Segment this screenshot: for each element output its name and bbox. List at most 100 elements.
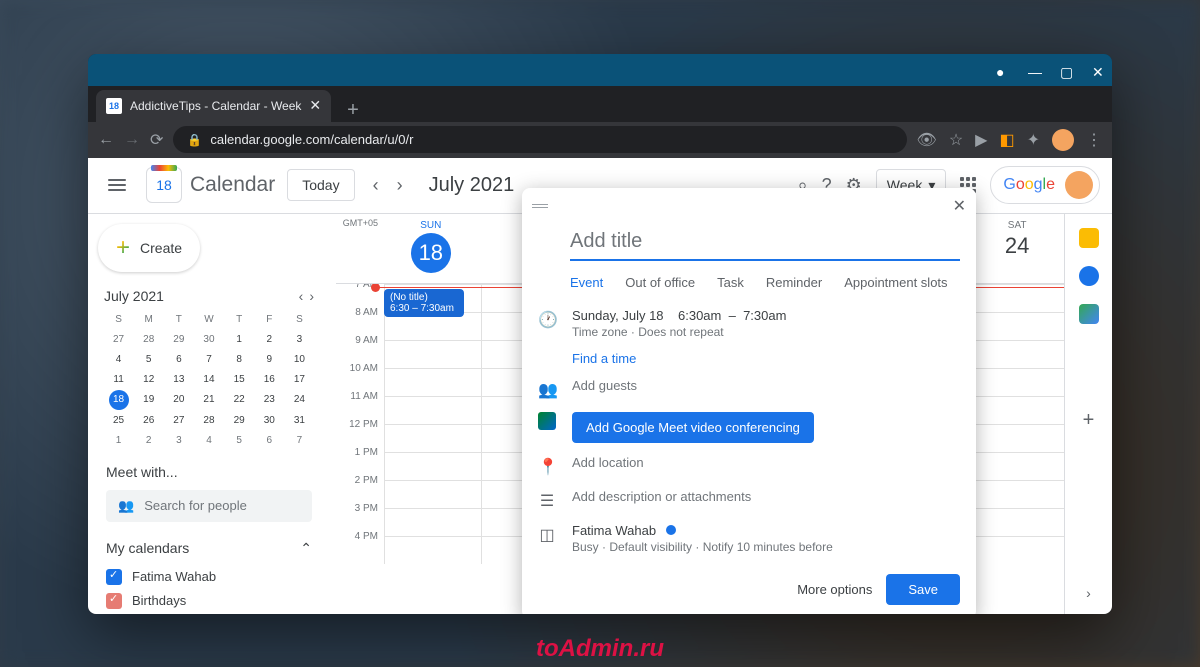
timezone-repeat[interactable]: Time zone · Does not repeat <box>572 325 960 339</box>
profile-avatar[interactable] <box>1052 129 1074 151</box>
hamburger-menu[interactable] <box>100 171 134 199</box>
more-options-button[interactable]: More options <box>797 582 872 597</box>
event-type-tab[interactable]: Reminder <box>766 275 822 290</box>
prev-week-button[interactable]: ‹ <box>367 169 385 202</box>
keep-icon[interactable] <box>1079 228 1099 248</box>
next-week-button[interactable]: › <box>391 169 409 202</box>
mini-day[interactable]: 3 <box>164 431 193 450</box>
mini-day[interactable]: 10 <box>285 350 314 369</box>
calendar-checkbox[interactable] <box>106 593 122 609</box>
time-cell[interactable] <box>967 397 1064 424</box>
time-cell[interactable] <box>967 313 1064 340</box>
extensions-puzzle-icon[interactable]: ✦ <box>1027 130 1040 150</box>
time-cell[interactable] <box>384 509 481 536</box>
time-cell[interactable] <box>967 453 1064 480</box>
time-cell[interactable] <box>967 341 1064 368</box>
mini-day[interactable]: 28 <box>194 411 223 430</box>
eye-icon[interactable]: 👁 <box>917 130 937 150</box>
mini-day[interactable]: 30 <box>255 411 284 430</box>
today-button[interactable]: Today <box>287 169 354 201</box>
event-type-tab[interactable]: Event <box>570 275 603 290</box>
mini-day[interactable]: 25 <box>104 411 133 430</box>
mini-day[interactable]: 27 <box>104 330 133 349</box>
star-icon[interactable]: ☆ <box>949 130 963 150</box>
time-cell[interactable] <box>384 425 481 452</box>
browser-tab[interactable]: 18 AddictiveTips - Calendar - Week ✕ <box>96 90 331 122</box>
time-cell[interactable] <box>384 341 481 368</box>
add-description-input[interactable]: Add description or attachments <box>572 489 960 504</box>
mini-day[interactable]: 4 <box>104 350 133 369</box>
event-title-input[interactable] <box>570 224 960 261</box>
time-cell[interactable] <box>384 453 481 480</box>
close-icon[interactable]: ✕ <box>1092 64 1104 76</box>
time-cell[interactable] <box>967 481 1064 508</box>
extension-icon[interactable]: ◧ <box>999 130 1014 150</box>
mini-day[interactable]: 18 <box>109 390 129 410</box>
mini-day[interactable]: 12 <box>134 370 163 389</box>
mini-day[interactable]: 29 <box>225 411 254 430</box>
time-cell[interactable] <box>967 537 1064 564</box>
maps-icon[interactable] <box>1079 304 1099 324</box>
new-tab-button[interactable]: + <box>335 99 371 122</box>
back-button[interactable]: ← <box>98 131 114 149</box>
google-account[interactable]: Google <box>990 166 1100 204</box>
mini-day[interactable]: 14 <box>194 370 223 389</box>
mini-day[interactable]: 8 <box>225 350 254 369</box>
mini-day[interactable]: 30 <box>194 330 223 349</box>
time-cell[interactable] <box>384 313 481 340</box>
mini-day[interactable]: 2 <box>134 431 163 450</box>
mini-day[interactable]: 6 <box>164 350 193 369</box>
mini-day[interactable]: 20 <box>164 390 193 410</box>
mini-day[interactable]: 21 <box>194 390 223 410</box>
mini-day[interactable]: 5 <box>225 431 254 450</box>
reload-button[interactable]: ⟳ <box>150 130 163 150</box>
time-cell[interactable] <box>967 285 1064 312</box>
event-type-tab[interactable]: Out of office <box>625 275 695 290</box>
address-bar[interactable]: 🔒 calendar.google.com/calendar/u/0/r <box>173 126 906 153</box>
mini-day[interactable]: 29 <box>164 330 193 349</box>
visibility-label[interactable]: Busy · Default visibility · Notify 10 mi… <box>572 540 960 554</box>
mini-day[interactable]: 7 <box>194 350 223 369</box>
time-cell[interactable] <box>967 369 1064 396</box>
mini-day[interactable]: 15 <box>225 370 254 389</box>
add-panel-icon[interactable]: + <box>1083 409 1095 432</box>
time-cell[interactable] <box>384 369 481 396</box>
mini-day[interactable]: 19 <box>134 390 163 410</box>
tab-close-icon[interactable]: ✕ <box>309 97 321 114</box>
mini-day[interactable]: 31 <box>285 411 314 430</box>
collapse-panel-icon[interactable]: › <box>1086 585 1091 613</box>
mini-day[interactable]: 23 <box>255 390 284 410</box>
time-cell[interactable] <box>384 537 481 564</box>
event-end-time[interactable]: 7:30am <box>743 308 786 323</box>
find-time-link[interactable]: Find a time <box>572 351 960 366</box>
create-button[interactable]: + Create <box>98 224 200 272</box>
mini-day[interactable]: 28 <box>134 330 163 349</box>
add-guests-input[interactable]: Add guests <box>572 378 960 393</box>
calendar-item[interactable]: Birthdays <box>106 589 312 613</box>
close-modal-button[interactable]: ✕ <box>953 196 966 216</box>
mini-day[interactable]: 1 <box>225 330 254 349</box>
mini-prev-month[interactable]: ‹ <box>299 288 304 304</box>
mini-day[interactable]: 17 <box>285 370 314 389</box>
mini-day[interactable]: 26 <box>134 411 163 430</box>
calendar-logo[interactable]: 18 Calendar <box>146 167 275 203</box>
time-cell[interactable] <box>967 509 1064 536</box>
time-cell[interactable] <box>384 397 481 424</box>
add-meet-button[interactable]: Add Google Meet video conferencing <box>572 412 814 443</box>
mini-day[interactable]: 2 <box>255 330 284 349</box>
event-start-time[interactable]: 6:30am <box>678 308 721 323</box>
mini-day[interactable]: 3 <box>285 330 314 349</box>
star-icon[interactable]: ● <box>996 64 1008 76</box>
maximize-icon[interactable]: ▢ <box>1060 64 1072 76</box>
time-cell[interactable] <box>967 425 1064 452</box>
calendar-event[interactable]: (No title) 6:30 – 7:30am <box>384 289 464 317</box>
mini-day[interactable]: 7 <box>285 431 314 450</box>
save-button[interactable]: Save <box>886 574 960 605</box>
mini-day[interactable]: 6 <box>255 431 284 450</box>
add-location-input[interactable]: Add location <box>572 455 960 470</box>
mini-next-month[interactable]: › <box>309 288 314 304</box>
mini-day[interactable]: 11 <box>104 370 133 389</box>
tasks-icon[interactable] <box>1079 266 1099 286</box>
forward-button[interactable]: → <box>124 131 140 149</box>
search-people-input[interactable]: 👥 Search for people <box>106 490 312 522</box>
